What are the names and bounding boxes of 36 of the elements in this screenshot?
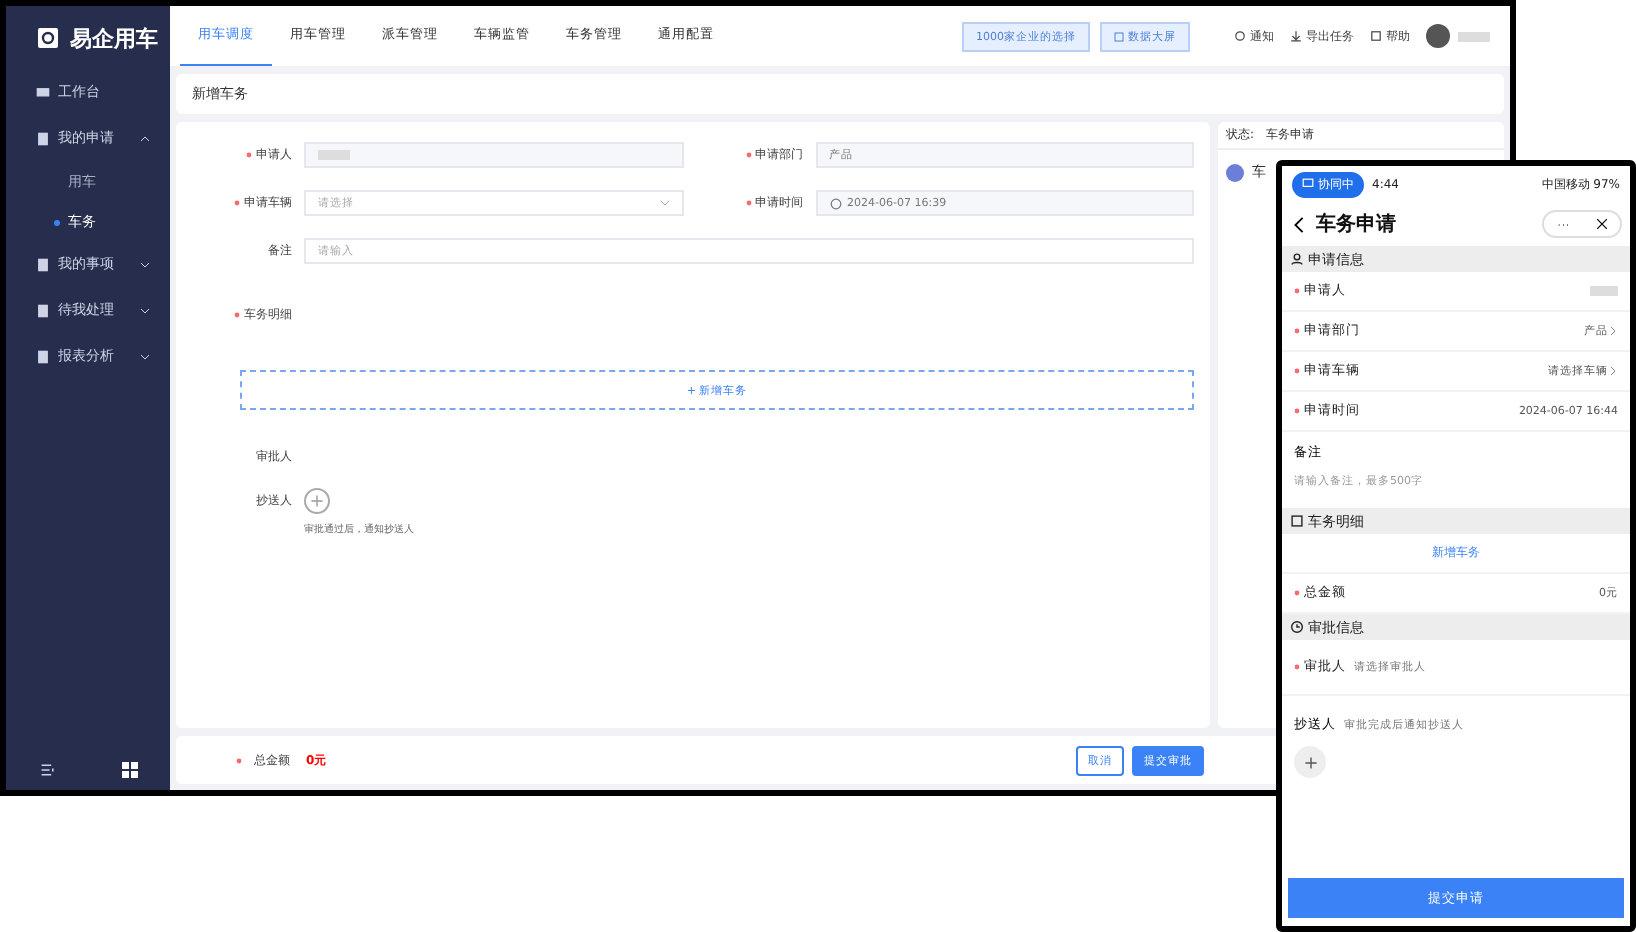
clock-icon: [829, 197, 841, 209]
screen-icon: [1302, 178, 1314, 190]
download-icon: [1290, 30, 1302, 42]
step-icon: [1226, 163, 1244, 181]
required-icon: [234, 312, 240, 318]
clipboard-icon: [36, 131, 50, 145]
plus-icon: [310, 494, 324, 508]
person-icon: [1290, 252, 1304, 266]
bell-icon: [1234, 30, 1246, 42]
page-title: 车务申请: [1316, 210, 1398, 238]
collapse-menu-icon: [39, 762, 55, 778]
required-icon: [236, 757, 242, 763]
document-icon: [36, 303, 50, 317]
chevron-down-icon: [659, 198, 669, 208]
close-icon: [1595, 218, 1608, 230]
add-button[interactable]: [1294, 746, 1326, 778]
blurred-username: [1458, 31, 1490, 41]
text-field[interactable]: [304, 142, 683, 168]
back-icon: [1290, 215, 1308, 233]
monitor-icon: [36, 85, 50, 99]
document-icon: [36, 257, 50, 271]
clock-icon: [1290, 620, 1304, 634]
document-icon: [36, 349, 50, 363]
app-logo: 易企用车: [70, 23, 158, 53]
chevron-down-icon: [140, 305, 150, 315]
avatar[interactable]: [1426, 24, 1450, 48]
plus-icon: [1303, 755, 1317, 769]
dot-icon: [54, 219, 60, 225]
mini-capsule[interactable]: [1542, 210, 1622, 238]
grid-icon[interactable]: [121, 762, 137, 778]
chevron-down-icon: [140, 351, 150, 361]
chevron-up-icon: [140, 133, 150, 143]
add-button[interactable]: [304, 488, 330, 514]
blurred-value: [1590, 286, 1618, 296]
logo-icon: [38, 28, 58, 48]
chevron-down-icon: [140, 259, 150, 269]
